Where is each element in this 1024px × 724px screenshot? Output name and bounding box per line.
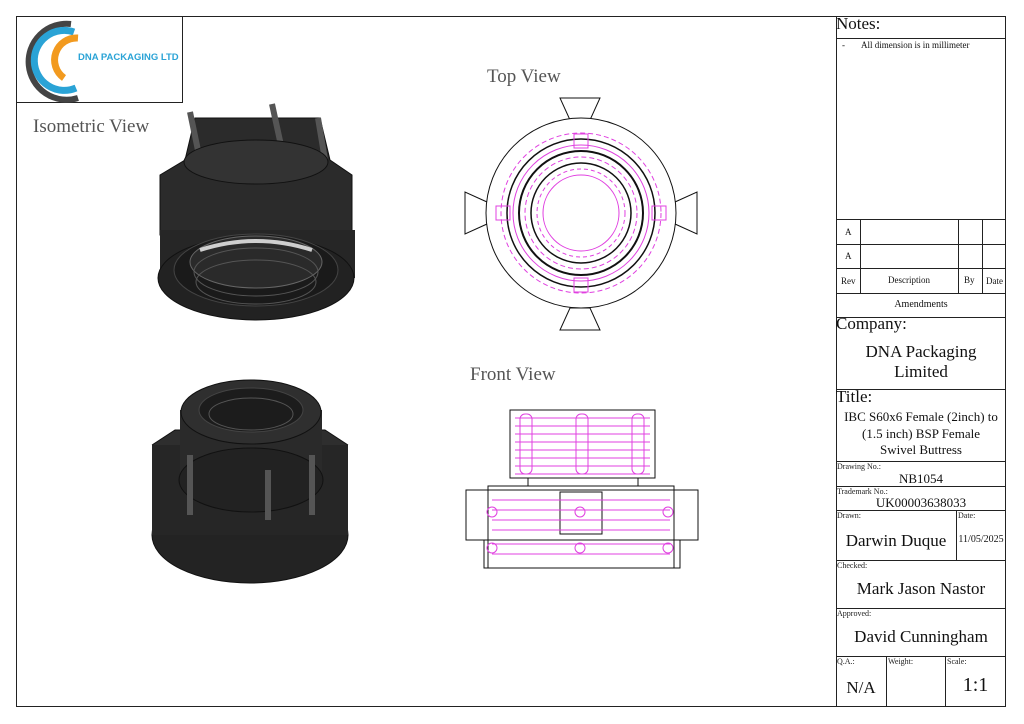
company-name-line2: Limited <box>894 362 948 381</box>
note-text: All dimension is in millimeter <box>861 40 970 50</box>
company-name-line1: DNA Packaging <box>865 342 977 361</box>
qa-value: N/A <box>846 678 876 697</box>
scale-label: Scale: <box>947 657 967 666</box>
note-bullet: - <box>842 40 845 50</box>
top-view-drawing <box>464 97 698 331</box>
title-label: Title: <box>836 387 873 406</box>
title-line2: (1.5 inch) BSP Female <box>862 426 980 441</box>
amendment-header-rev: Rev <box>841 276 856 286</box>
front-view-drawing <box>465 409 699 569</box>
qa-label: Q.A.: <box>837 657 855 666</box>
checked-label: Checked: <box>837 561 868 570</box>
date-value: 11/05/2025 <box>958 534 1004 545</box>
drawing-no-value: NB1054 <box>898 471 944 486</box>
drawn-value: Darwin Duque <box>845 531 947 550</box>
amendments-title: Amendments <box>894 299 948 310</box>
weight-label: Weight: <box>888 657 914 666</box>
title-line1: IBC S60x6 Female (2inch) to <box>844 409 998 424</box>
title-line3: Swivel Buttress <box>880 442 962 457</box>
scale-value: 1:1 <box>962 674 989 696</box>
approved-value: David Cunningham <box>854 627 988 646</box>
amendment-header-by: By <box>964 275 975 285</box>
amendment-rev-2: A <box>845 251 852 261</box>
amendment-header-description: Description <box>888 275 930 285</box>
drawing-no-label: Drawing No.: <box>837 462 881 471</box>
isometric-part-top <box>151 379 349 584</box>
amendment-header-date: Date <box>986 276 1003 286</box>
trademark-no-value: UK00003638033 <box>875 495 967 510</box>
drawn-label: Drawn: <box>837 511 861 520</box>
notes-heading: Notes: <box>836 14 881 33</box>
amendment-rev-1: A <box>845 227 852 237</box>
checked-value: Mark Jason Nastor <box>856 579 986 598</box>
date-label: Date: <box>958 511 976 520</box>
isometric-part-front <box>157 103 355 321</box>
approved-label: Approved: <box>837 609 872 618</box>
company-label: Company: <box>836 314 907 333</box>
